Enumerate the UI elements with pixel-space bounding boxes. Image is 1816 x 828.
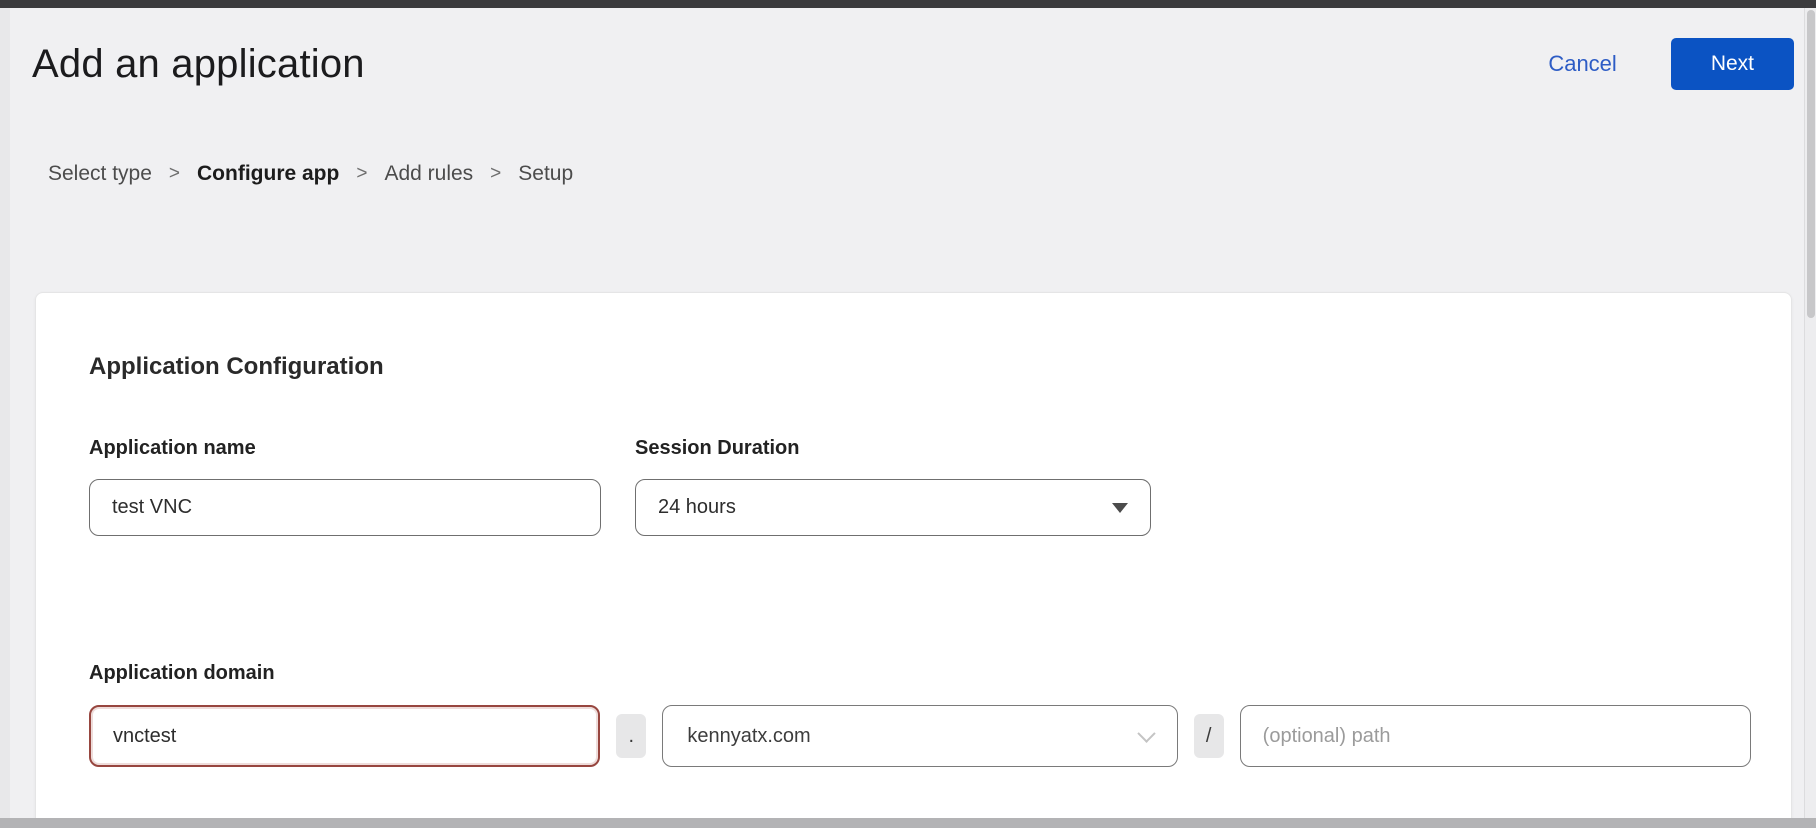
subdomain-input[interactable] [89,705,600,767]
scrollbar-thumb[interactable] [1807,10,1815,318]
breadcrumb-separator: > [490,163,501,185]
chevron-down-icon [1137,724,1155,742]
window-border-top [0,0,1816,8]
domain-select[interactable]: kennyatx.com [662,705,1177,767]
session-duration-value: 24 hours [658,496,736,519]
application-name-field-group: Application name [89,437,601,536]
breadcrumb-step-setup[interactable]: Setup [518,162,573,186]
caret-down-icon [1112,503,1128,513]
window-border-bottom [0,818,1816,828]
application-domain-label: Application domain [89,662,1751,685]
application-domain-field-group: Application domain . kennyatx.com / [89,662,1751,767]
page-title: Add an application [32,42,365,87]
breadcrumb-step-configure-app[interactable]: Configure app [197,162,339,186]
slash-separator-chip: / [1194,714,1224,758]
breadcrumb-step-add-rules[interactable]: Add rules [384,162,473,186]
page-content: Add an application Cancel Next Select ty… [10,8,1804,818]
session-duration-select[interactable]: 24 hours [635,479,1151,536]
session-duration-label: Session Duration [635,437,1151,460]
domain-select-value: kennyatx.com [687,725,810,748]
window-border-left [0,8,10,818]
application-name-input[interactable] [89,479,601,536]
next-button[interactable]: Next [1671,38,1794,90]
page-header: Add an application Cancel Next [10,8,1804,90]
breadcrumb-separator: > [356,163,367,185]
application-name-label: Application name [89,437,601,460]
cancel-button[interactable]: Cancel [1548,51,1616,77]
breadcrumb: Select type > Configure app > Add rules … [48,162,1804,186]
section-title: Application Configuration [89,353,1751,381]
name-and-duration-row: Application name Session Duration 24 hou… [89,437,1751,536]
breadcrumb-step-select-type[interactable]: Select type [48,162,152,186]
application-configuration-card: Application Configuration Application na… [35,292,1792,818]
breadcrumb-separator: > [169,163,180,185]
path-input[interactable] [1240,705,1751,767]
vertical-scrollbar[interactable] [1804,8,1816,818]
dot-separator-chip: . [616,714,646,758]
header-actions: Cancel Next [1548,38,1794,90]
application-domain-row: . kennyatx.com / [89,705,1751,767]
session-duration-field-group: Session Duration 24 hours [635,437,1151,536]
